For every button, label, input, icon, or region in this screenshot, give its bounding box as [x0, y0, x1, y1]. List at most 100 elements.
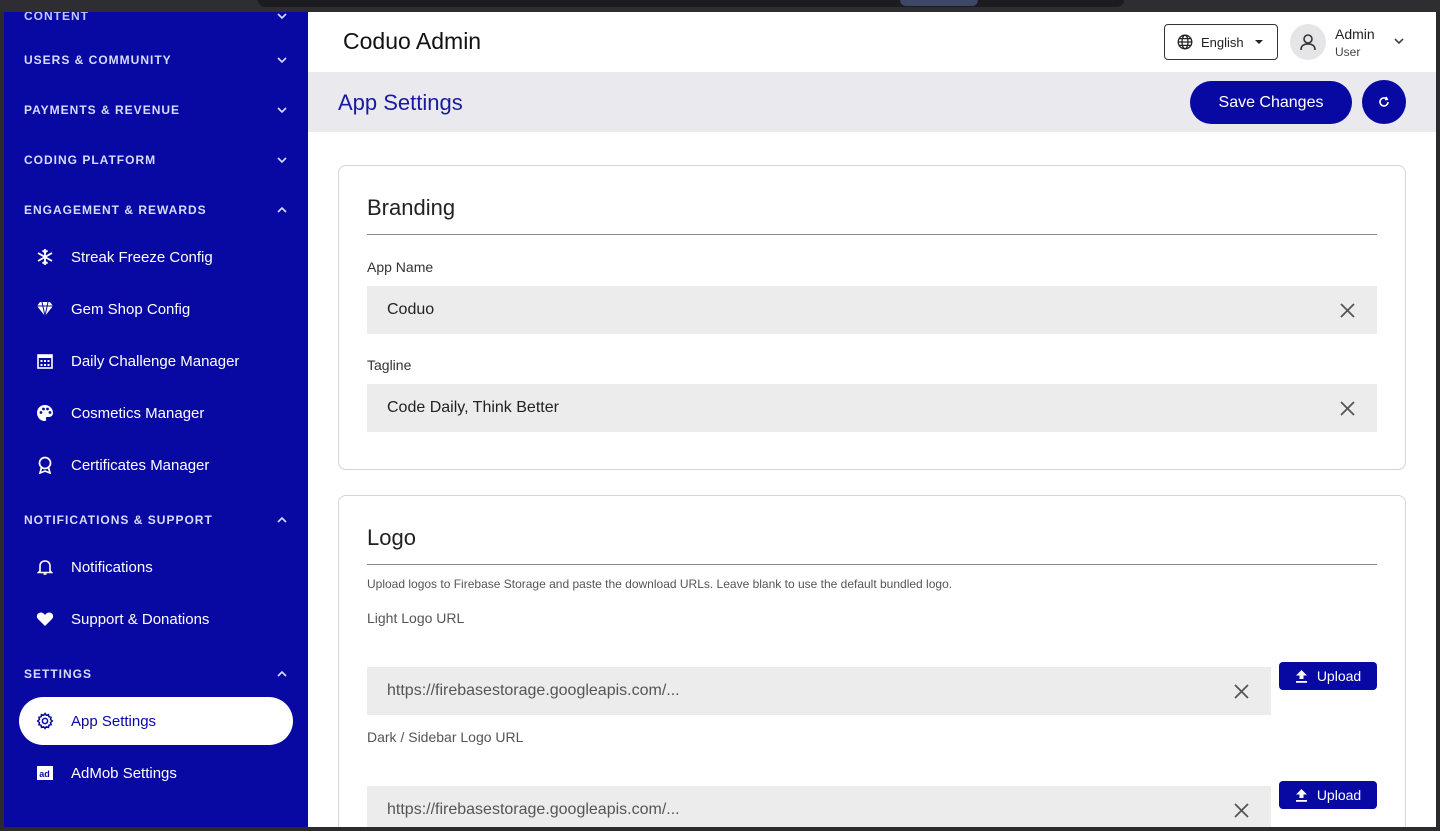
- close-icon[interactable]: [1233, 683, 1249, 699]
- upload-dark-logo-button[interactable]: Upload: [1279, 781, 1377, 809]
- upload-label: Upload: [1316, 787, 1362, 803]
- app-name-value: Coduo: [387, 301, 435, 318]
- app-title: Coduo Admin: [343, 28, 482, 54]
- sidebar-section-label: CODING PLATFORM: [24, 153, 157, 167]
- sidebar-section-users[interactable]: USERS & COMMUNITY: [24, 50, 288, 70]
- sidebar-section-label: CONTENT: [24, 12, 89, 23]
- sidebar-section-engagement[interactable]: ENGAGEMENT & REWARDS: [24, 200, 288, 220]
- close-icon[interactable]: [1339, 400, 1355, 416]
- light-logo-url-field[interactable]: https://firebasestorage.googleapis.com/.…: [367, 667, 1271, 715]
- refresh-icon: [1379, 96, 1389, 107]
- browser-top-strip: [0, 0, 1440, 12]
- globe-icon: [1177, 34, 1193, 50]
- award-icon: [35, 455, 55, 475]
- logo-help-text: Upload logos to Firebase Storage and pas…: [367, 577, 953, 591]
- app-name-label: App Name: [367, 259, 434, 275]
- sidebar-item-certificates[interactable]: Certificates Manager: [19, 441, 293, 489]
- calendar-icon: [35, 351, 55, 371]
- dark-logo-url-value: https://firebasestorage.googleapis.com/.…: [387, 801, 680, 818]
- page-toolbar: App Settings Save Changes: [308, 72, 1436, 132]
- page-title: App Settings: [338, 90, 463, 115]
- light-logo-url-value: https://firebasestorage.googleapis.com/.…: [387, 682, 680, 699]
- chevron-down-icon: [276, 154, 288, 166]
- chevron-up-icon: [276, 204, 288, 216]
- refresh-button[interactable]: [1362, 80, 1406, 124]
- sidebar-section-label: PAYMENTS & REVENUE: [24, 103, 181, 117]
- language-label: English: [1201, 34, 1244, 50]
- app-name-field[interactable]: Coduo: [367, 286, 1377, 334]
- user-name[interactable]: Admin: [1335, 26, 1375, 42]
- browser-tab-strip: [258, 0, 1124, 7]
- language-selector[interactable]: English: [1164, 24, 1278, 60]
- sidebar-item-label: App Settings: [71, 712, 157, 730]
- diamond-icon: [35, 299, 55, 319]
- sidebar-item-label: AdMob Settings: [71, 764, 177, 782]
- branding-card: Branding App Name Coduo Tagline Code Dai…: [338, 165, 1406, 470]
- sidebar-section-content-partial[interactable]: CONTENT: [24, 12, 288, 26]
- sidebar-section-coding[interactable]: CODING PLATFORM: [24, 150, 288, 170]
- bell-icon: [35, 557, 55, 577]
- user-role: User: [1335, 45, 1361, 59]
- user-icon: [1300, 34, 1316, 51]
- sidebar-section-label: SETTINGS: [24, 667, 93, 681]
- sidebar-item-gem-shop[interactable]: Gem Shop Config: [19, 285, 293, 333]
- chevron-down-icon[interactable]: [1392, 34, 1406, 48]
- sidebar-item-admob[interactable]: ad AdMob Settings: [19, 749, 293, 797]
- sidebar-section-label: USERS & COMMUNITY: [24, 53, 172, 67]
- snowflake-icon: [35, 247, 55, 267]
- dark-logo-label: Dark / Sidebar Logo URL: [367, 729, 524, 745]
- svg-text:ad: ad: [39, 769, 50, 779]
- close-icon[interactable]: [1339, 302, 1355, 318]
- chevron-down-icon: [276, 12, 288, 22]
- sidebar-item-label: Cosmetics Manager: [71, 404, 205, 422]
- sidebar-item-streak-freeze[interactable]: Streak Freeze Config: [19, 233, 293, 281]
- gear-icon: [35, 711, 55, 731]
- upload-light-logo-button[interactable]: Upload: [1279, 662, 1377, 690]
- app-window: CONTENT USERS & COMMUNITY PAYMENTS & REV…: [4, 12, 1436, 827]
- ad-icon: ad: [35, 763, 55, 783]
- sidebar-section-notifications[interactable]: NOTIFICATIONS & SUPPORT: [24, 510, 288, 530]
- avatar[interactable]: [1290, 24, 1326, 60]
- sidebar-item-label: Streak Freeze Config: [71, 248, 213, 266]
- close-icon[interactable]: [1233, 802, 1249, 818]
- upload-icon: [1295, 788, 1308, 802]
- sidebar-item-label: Gem Shop Config: [71, 300, 191, 318]
- divider: [367, 234, 1377, 235]
- logo-title: Logo: [367, 525, 416, 550]
- chevron-up-icon: [276, 668, 288, 680]
- branding-title: Branding: [367, 195, 456, 220]
- main-content: Branding App Name Coduo Tagline Code Dai…: [308, 132, 1436, 827]
- light-logo-label: Light Logo URL: [367, 610, 465, 626]
- divider: [367, 564, 1377, 565]
- sidebar-item-cosmetics[interactable]: Cosmetics Manager: [19, 389, 293, 437]
- chevron-down-icon: [276, 104, 288, 116]
- tagline-field[interactable]: Code Daily, Think Better: [367, 384, 1377, 432]
- sidebar-section-label: NOTIFICATIONS & SUPPORT: [24, 513, 213, 527]
- tagline-value: Code Daily, Think Better: [387, 399, 559, 416]
- sidebar-item-label: Certificates Manager: [71, 456, 210, 474]
- sidebar-section-settings[interactable]: SETTINGS: [24, 664, 288, 684]
- sidebar-item-label: Daily Challenge Manager: [71, 352, 240, 370]
- sidebar-item-label: Support & Donations: [71, 610, 210, 628]
- sidebar-item-daily-challenge[interactable]: Daily Challenge Manager: [19, 337, 293, 385]
- logo-card: Logo Upload logos to Firebase Storage an…: [338, 495, 1406, 827]
- top-header: Coduo Admin English Admin User: [308, 12, 1436, 72]
- caret-down-icon: [1254, 39, 1264, 45]
- upload-label: Upload: [1316, 668, 1362, 684]
- sidebar-section-payments[interactable]: PAYMENTS & REVENUE: [24, 100, 288, 120]
- dark-logo-url-field[interactable]: https://firebasestorage.googleapis.com/.…: [367, 786, 1271, 827]
- upload-icon: [1295, 669, 1308, 683]
- sidebar: CONTENT USERS & COMMUNITY PAYMENTS & REV…: [4, 12, 308, 827]
- sidebar-section-label: ENGAGEMENT & REWARDS: [24, 203, 207, 217]
- tagline-label: Tagline: [367, 357, 412, 373]
- sidebar-item-support[interactable]: Support & Donations: [19, 595, 293, 643]
- chevron-up-icon: [276, 514, 288, 526]
- save-changes-button[interactable]: Save Changes: [1190, 81, 1352, 124]
- heart-icon: [35, 609, 55, 629]
- sidebar-item-app-settings[interactable]: App Settings: [19, 697, 293, 745]
- chevron-down-icon: [276, 54, 288, 66]
- browser-active-tab[interactable]: [900, 0, 978, 6]
- sidebar-item-label: Notifications: [71, 558, 153, 576]
- palette-icon: [35, 403, 55, 423]
- sidebar-item-notifications[interactable]: Notifications: [19, 543, 293, 591]
